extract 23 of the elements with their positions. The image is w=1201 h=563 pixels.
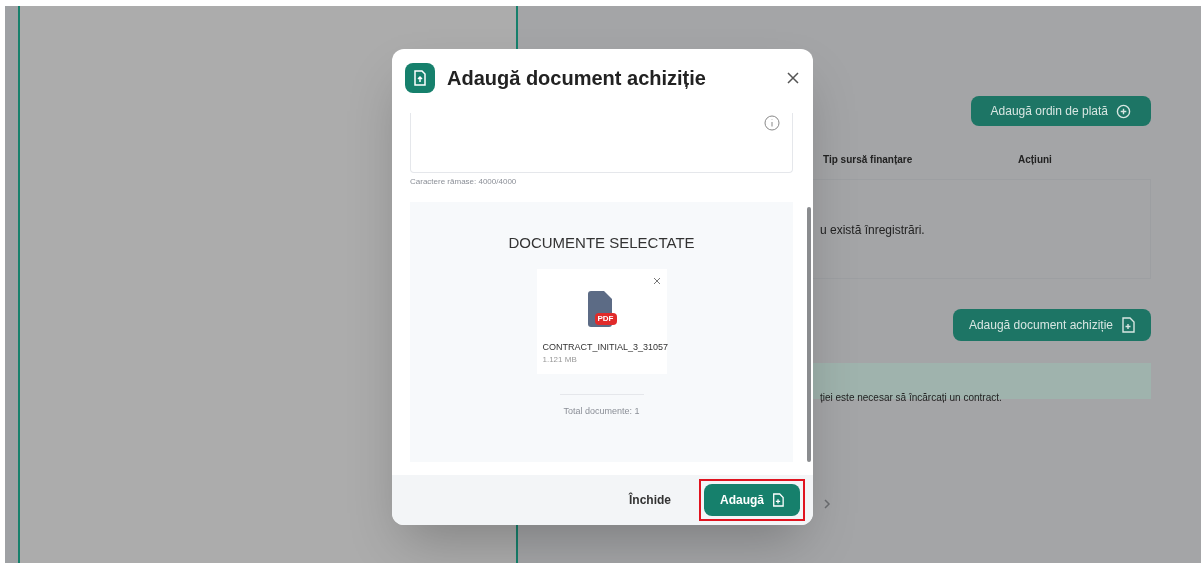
file-plus-icon [772,493,784,507]
remove-icon[interactable] [652,276,661,285]
total-documents: Total documente: 1 [563,405,640,418]
add-button[interactable]: Adaugă [704,484,800,516]
chevron-right-icon[interactable] [823,499,831,509]
character-counter: Caractere rămase: 4000/4000 [410,176,518,188]
close-icon[interactable] [786,71,800,85]
add-payment-order-button[interactable]: Adaugă ordin de plată [970,96,1151,126]
documents-heading: DOCUMENTE SELECTATE [508,233,695,253]
plus-circle-icon [1116,103,1131,119]
column-header: Tip sursă finanțare [823,153,914,167]
scrollbar[interactable] [807,207,811,462]
close-button[interactable]: Închide [620,484,679,516]
empty-table-message: u există înregistrări. [820,222,925,239]
alert-text: ției este necesar să încărcați un contract. [820,391,1002,405]
file-plus-icon [1121,317,1135,333]
upload-file-icon [405,63,435,93]
file-size: 1.121 MB [541,354,578,366]
info-icon[interactable] [764,115,780,131]
add-procurement-document-button[interactable]: Adaugă document achiziție [952,309,1151,341]
modal-title: Adaugă document achiziție [447,66,707,91]
column-header: Acțiuni [1018,153,1052,167]
file-name: CONTRACT_INITIAL_3_31057 [541,340,670,354]
